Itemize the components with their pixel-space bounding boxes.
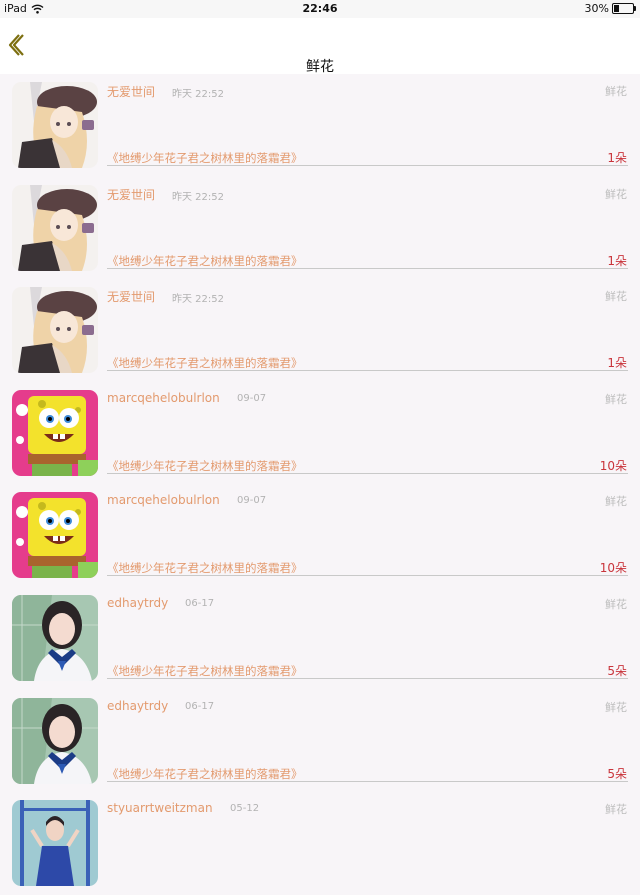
username[interactable]: 无爱世间: [107, 186, 155, 203]
gift-type-label: 鲜花: [605, 495, 627, 509]
list-item[interactable]: marcqehelobulrlon 09-07 鲜花《地缚少年花子君之树林里的落霜君…: [0, 382, 640, 485]
gift-type-label: 鲜花: [605, 392, 627, 406]
gift-type-label: 鲜花: [605, 803, 627, 817]
gift-type-label: 鲜花: [605, 85, 627, 98]
flower-count: 5朵: [607, 663, 627, 678]
battery-percent: 30%: [584, 2, 609, 15]
flower-count: 1朵: [607, 151, 627, 165]
username[interactable]: edhaytrdy: [107, 596, 168, 610]
book-title-link[interactable]: 《地缚少年花子君之树林里的落霜君》: [107, 766, 303, 782]
chevron-left-icon: [8, 34, 24, 56]
status-bar: iPad 22:46 30%: [0, 0, 640, 18]
flower-list: 无爱世间 昨天 22:52 鲜花 《地缚少年花子君之树林里的落霜君》 1朵 无爱世间 昨天…: [0, 74, 640, 895]
timestamp: 06-17: [185, 700, 215, 712]
list-item[interactable]: 无爱世间 昨天 22:52 鲜花《地缚少年花子君之树林里的落霜君》 1朵: [0, 74, 640, 177]
book-title-link[interactable]: 《地缚少年花子君之树林里的落霜君》: [107, 458, 303, 474]
timestamp: 09-07: [237, 392, 267, 404]
avatar[interactable]: [12, 389, 98, 476]
username[interactable]: marcqehelobulrlon: [107, 391, 220, 405]
list-item[interactable]: 无爱世间 昨天 22:52 鲜花《地缚少年花子君之树林里的落霜君》 1朵: [0, 177, 640, 280]
flower-count: 5朵: [607, 766, 627, 781]
timestamp: 昨天 22:52: [172, 191, 224, 203]
username[interactable]: marcqehelobulrlon: [107, 493, 220, 507]
avatar[interactable]: [12, 82, 98, 168]
status-time: 22:46: [302, 2, 338, 15]
timestamp: 05-12: [230, 803, 260, 815]
divider: [107, 267, 628, 269]
gift-type-label: 鲜花: [605, 597, 627, 611]
flower-count: 10朵: [599, 561, 627, 576]
username[interactable]: edhaytrdy: [107, 699, 168, 713]
avatar[interactable]: [12, 287, 98, 374]
flower-count: 10朵: [599, 458, 627, 473]
timestamp: 06-17: [185, 597, 215, 609]
divider: [107, 780, 628, 782]
avatar[interactable]: [12, 697, 98, 784]
divider: [107, 575, 628, 577]
username[interactable]: styuarrtweitzman: [107, 801, 213, 815]
book-title-link[interactable]: 《地缚少年花子君之树林里的落霜君》: [107, 355, 303, 371]
page-title: 鲜花: [306, 59, 334, 75]
flower-count: 1朵: [607, 253, 627, 268]
book-title-link[interactable]: 《地缚少年花子君之树林里的落霜君》: [107, 663, 303, 679]
book-title-link[interactable]: 《地缚少年花子君之树林里的落霜君》: [107, 150, 303, 166]
divider: [107, 165, 628, 166]
divider: [107, 472, 628, 474]
battery-icon: [612, 3, 636, 14]
avatar[interactable]: [12, 184, 98, 271]
divider: [107, 370, 628, 372]
list-item[interactable]: edhaytrdy 06-17 鲜花《地缚少年花子君之树林里的落霜君》 5朵: [0, 690, 640, 793]
status-right: 30%: [584, 2, 636, 15]
avatar[interactable]: [12, 800, 98, 887]
divider: [107, 677, 628, 679]
timestamp: 昨天 22:52: [172, 89, 224, 100]
timestamp: 昨天 22:52: [172, 294, 224, 306]
back-button[interactable]: [6, 32, 28, 58]
navigation-bar: 鲜花: [0, 18, 640, 75]
username[interactable]: 无爱世间: [107, 83, 155, 100]
avatar[interactable]: [12, 594, 98, 681]
timestamp: 09-07: [237, 495, 267, 507]
list-item[interactable]: edhaytrdy 06-17 鲜花《地缚少年花子君之树林里的落霜君》 5朵: [0, 587, 640, 690]
book-title-link[interactable]: 《地缚少年花子君之树林里的落霜君》: [107, 560, 303, 576]
gift-type-label: 鲜花: [605, 700, 627, 714]
book-title-link[interactable]: 《地缚少年花子君之树林里的落霜君》: [107, 253, 303, 269]
gift-type-label: 鲜花: [605, 290, 627, 304]
list-item[interactable]: styuarrtweitzman 05-12 鲜花: [0, 792, 640, 895]
flower-count: 1朵: [607, 356, 627, 371]
list-item[interactable]: marcqehelobulrlon 09-07 鲜花《地缚少年花子君之树林里的落霜君…: [0, 484, 640, 587]
avatar[interactable]: [12, 492, 98, 579]
gift-type-label: 鲜花: [605, 187, 627, 201]
list-item[interactable]: 无爱世间 昨天 22:52 鲜花《地缚少年花子君之树林里的落霜君》 1朵: [0, 279, 640, 382]
username[interactable]: 无爱世间: [107, 288, 155, 305]
